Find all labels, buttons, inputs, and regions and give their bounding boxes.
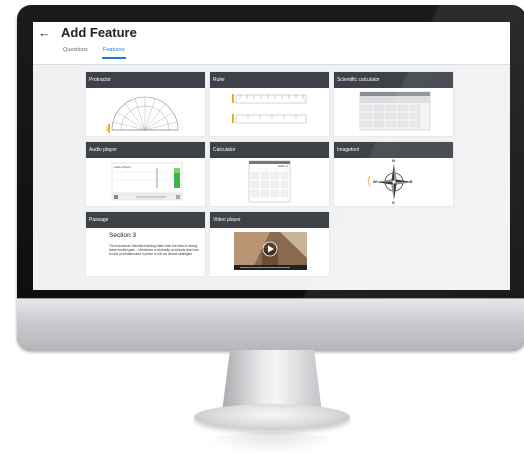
compass-w-label: W bbox=[373, 179, 377, 184]
feature-card-passage[interactable]: Passage Section 3 The buzzwords 'blended… bbox=[86, 212, 205, 276]
monitor-chin bbox=[17, 298, 524, 350]
arrow-left-icon[interactable]: ← bbox=[38, 26, 51, 40]
stand-reflection bbox=[205, 432, 339, 454]
compass-n-label: N bbox=[392, 158, 395, 163]
tab-features[interactable]: Features bbox=[102, 47, 126, 59]
compass-rose-preview: N S E W bbox=[334, 158, 453, 206]
feature-card-title: Video player bbox=[210, 212, 329, 228]
feature-card-title: Imagetool bbox=[334, 142, 453, 158]
feature-card-imagetool[interactable]: Imagetool N S E W bbox=[334, 142, 453, 206]
feature-card-ruler[interactable]: Ruler bbox=[210, 72, 329, 136]
app-header: ← Add Feature Questions Features bbox=[33, 22, 510, 65]
calculator-display: 1001+1 bbox=[277, 164, 288, 168]
protractor-preview bbox=[86, 88, 205, 136]
feature-card-calculator[interactable]: Calculator 1001+1 bbox=[210, 142, 329, 206]
calculator-preview: 1001+1 bbox=[210, 158, 329, 206]
app-screen: ← Add Feature Questions Features Protrac… bbox=[33, 22, 510, 290]
ruler-preview bbox=[210, 88, 329, 136]
passage-title: Section 3 bbox=[109, 232, 137, 239]
audio-player-label: Audio Player bbox=[114, 165, 132, 169]
feature-card-title: Ruler bbox=[210, 72, 329, 88]
compass-s-label: S bbox=[392, 200, 395, 205]
audio-player-preview: Audio Player bbox=[86, 158, 205, 206]
feature-card-protractor[interactable]: Protractor bbox=[86, 72, 205, 136]
tab-questions[interactable]: Questions bbox=[63, 47, 88, 53]
video-player-preview bbox=[210, 228, 329, 276]
feature-card-title: Scientific calculator bbox=[334, 72, 453, 88]
imac-mockup: ← Add Feature Questions Features Protrac… bbox=[0, 0, 524, 463]
feature-card-audio-player[interactable]: Audio player Audio Player bbox=[86, 142, 205, 206]
feature-card-title: Calculator bbox=[210, 142, 329, 158]
compass-e-label: E bbox=[410, 179, 413, 184]
monitor-base bbox=[194, 404, 350, 430]
monitor-stand bbox=[222, 350, 322, 412]
scientific-calculator-preview bbox=[334, 88, 453, 136]
feature-card-title: Audio player bbox=[86, 142, 205, 158]
feature-card-title: Passage bbox=[86, 212, 205, 228]
page-title: Add Feature bbox=[61, 25, 137, 40]
passage-text: The buzzwords 'blended learning' stem fr… bbox=[109, 244, 199, 257]
feature-card-scientific-calculator[interactable]: Scientific calculator bbox=[334, 72, 453, 136]
passage-preview: Section 3 The buzzwords 'blended learnin… bbox=[86, 228, 205, 276]
feature-card-video-player[interactable]: Video player bbox=[210, 212, 329, 276]
compass-rose-icon bbox=[367, 164, 412, 200]
feature-card-title: Protractor bbox=[86, 72, 205, 88]
